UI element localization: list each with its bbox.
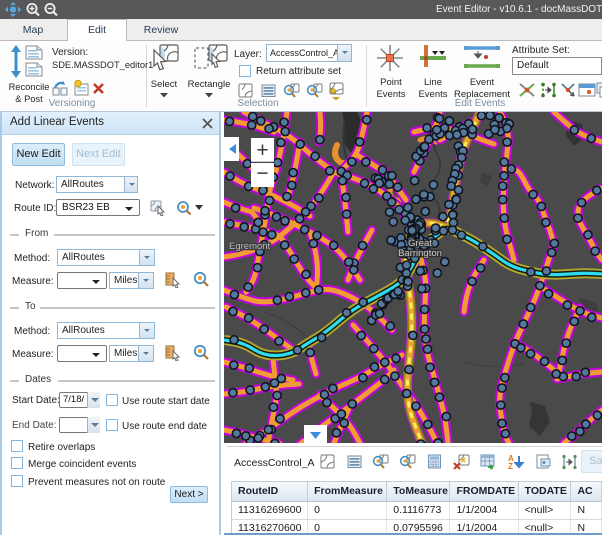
svg-text:Z: Z (508, 462, 513, 470)
svg-text:Barrington: Barrington (398, 248, 442, 259)
svg-text:Egremont: Egremont (229, 241, 271, 252)
